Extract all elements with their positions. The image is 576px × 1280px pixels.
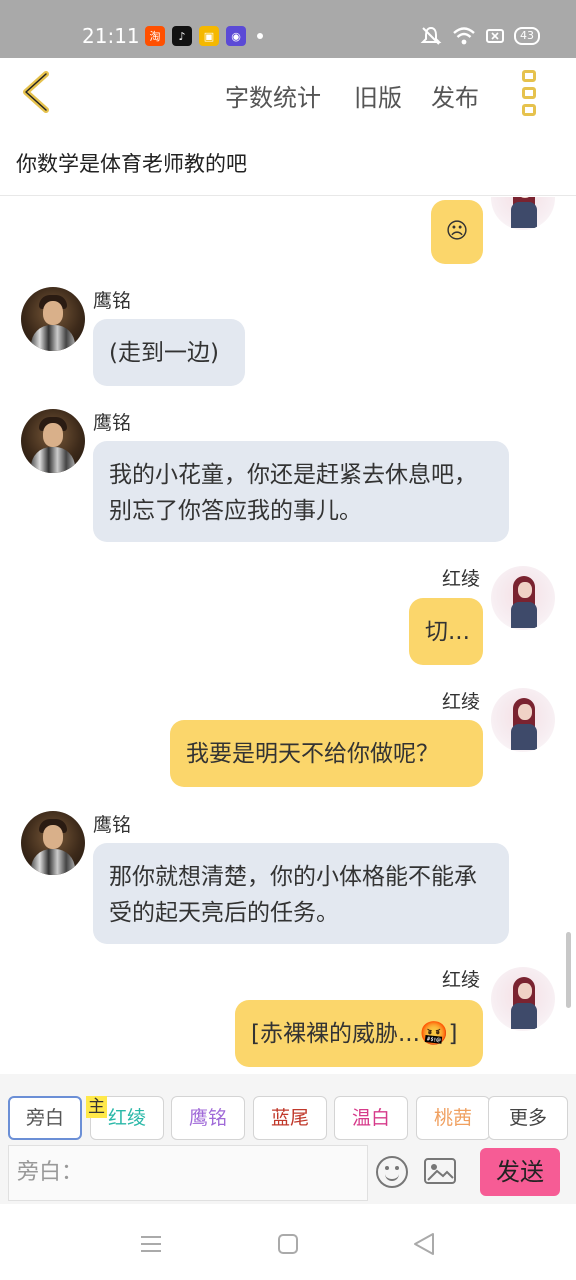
story-title[interactable]: 你数学是体育老师教的吧 <box>16 148 247 178</box>
system-navigation-bar <box>0 1204 576 1280</box>
avatar-hongling[interactable] <box>491 197 555 230</box>
avatar-yingming[interactable] <box>21 811 85 875</box>
avatar-hongling[interactable] <box>491 967 555 1031</box>
douyin-icon: ♪ <box>172 26 192 46</box>
avatar-yingming[interactable] <box>21 287 85 351</box>
sender-name: 红绫 <box>442 969 481 991</box>
message-bubble[interactable]: 那你就想清楚，你的小体格能不能承受的起天亮后的任务。 <box>93 843 509 944</box>
role-tab-wenbai[interactable]: 温白 <box>334 1096 408 1140</box>
role-tab-lanwei[interactable]: 蓝尾 <box>253 1096 327 1140</box>
sender-name: 红绫 <box>442 568 481 590</box>
sender-name: 鹰铭 <box>93 814 132 836</box>
send-button[interactable]: 发送 <box>480 1148 560 1196</box>
taobao-icon: 淘 <box>145 26 165 46</box>
chat-area[interactable]: ☹ 鹰铭 (走到一边) 鹰铭 我的小花童，你还是赶紧去休息吧，别忘了你答应我的事… <box>0 197 576 1074</box>
more-notifications-dot <box>257 33 263 39</box>
system-icons: 43 <box>420 25 540 47</box>
recent-apps-icon[interactable] <box>140 1234 162 1254</box>
sender-name: 红绫 <box>442 691 481 713</box>
home-icon[interactable] <box>277 1233 299 1255</box>
message-bubble[interactable]: 我的小花童，你还是赶紧去休息吧，别忘了你答应我的事儿。 <box>93 441 509 542</box>
notes-icon: ▣ <box>199 26 219 46</box>
role-tab-taoqian[interactable]: 桃茜 <box>416 1096 490 1140</box>
message-bubble[interactable]: (走到一边) <box>93 319 245 386</box>
message-bubble[interactable]: ☹ <box>431 200 483 264</box>
message-bubble[interactable]: 切... <box>409 598 483 665</box>
host-badge: 主 <box>86 1096 107 1118</box>
avatar-hongling[interactable] <box>491 566 555 630</box>
word-count-button[interactable]: 字数统计 <box>225 78 321 113</box>
browser-icon: ◉ <box>226 26 246 46</box>
avatar-yingming[interactable] <box>21 409 85 473</box>
battery-indicator: 43 <box>514 27 540 45</box>
message-input[interactable]: 旁白： <box>8 1145 368 1201</box>
sender-name: 鹰铭 <box>93 412 132 434</box>
top-toolbar: 字数统计 旧版 发布 <box>0 58 576 130</box>
back-nav-icon[interactable] <box>413 1232 435 1256</box>
notification-icons: 淘 ♪ ▣ ◉ <box>145 26 263 46</box>
more-roles-button[interactable]: 更多 <box>488 1096 568 1140</box>
more-menu-icon[interactable] <box>522 70 538 116</box>
sim-icon <box>486 29 504 43</box>
emoji-icon[interactable] <box>376 1156 408 1188</box>
image-glyph <box>427 1164 454 1181</box>
mute-icon <box>420 26 442 45</box>
role-tab-yingming[interactable]: 鹰铭 <box>171 1096 245 1140</box>
status-bar: 21:11 淘 ♪ ▣ ◉ 43 <box>0 0 576 58</box>
message-bubble[interactable]: 我要是明天不给你做呢？ <box>170 720 483 787</box>
chat-scrollbar[interactable] <box>566 932 571 1008</box>
status-time: 21:11 <box>82 24 140 48</box>
sender-name: 鹰铭 <box>93 290 132 312</box>
wifi-icon <box>453 27 475 45</box>
avatar-hongling[interactable] <box>491 688 555 752</box>
back-arrow-icon[interactable] <box>18 70 58 114</box>
image-icon[interactable] <box>424 1158 456 1184</box>
story-title-bar: 你数学是体育老师教的吧 <box>0 130 576 196</box>
message-bubble[interactable]: [赤裸裸的威胁...🤬] <box>235 1000 483 1067</box>
composer: 旁白： 发送 <box>0 1142 576 1204</box>
role-tab-narrator[interactable]: 旁白 <box>8 1096 82 1140</box>
publish-button[interactable]: 发布 <box>431 78 479 113</box>
old-version-button[interactable]: 旧版 <box>354 78 402 113</box>
role-selector: 旁白 红绫 主 鹰铭 蓝尾 温白 桃茜 更多 <box>0 1074 576 1142</box>
